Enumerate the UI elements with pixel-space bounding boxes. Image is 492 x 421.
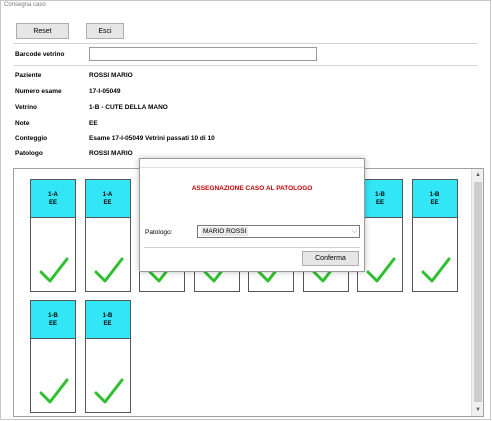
field-value: Esame 17-I-05049 Vetrini passati 10 di 1… [89, 135, 215, 142]
checkmark-icon [366, 257, 396, 283]
vertical-scrollbar[interactable]: ▲ ▼ [471, 169, 483, 416]
chevron-down-icon[interactable]: ⌵ [352, 226, 357, 237]
slide-card[interactable]: 1-B EE [411, 179, 458, 292]
slide-stain: EE [430, 199, 439, 206]
scroll-down-arrow[interactable]: ▼ [474, 405, 482, 415]
dialog-separator [144, 247, 360, 248]
slide-header: 1-A EE [31, 180, 75, 218]
checkmark-icon [94, 257, 124, 283]
slide-header: 1-A EE [85, 180, 130, 218]
slide-header: 1-B EE [31, 301, 75, 339]
scroll-up-arrow[interactable]: ▲ [474, 170, 482, 180]
slide-stain: EE [375, 199, 384, 206]
field-value: ROSSI MARIO [89, 72, 133, 79]
field-label: Vetrino [15, 104, 38, 111]
slide-code: 1-B [102, 312, 113, 319]
assign-pathologist-dialog: ASSEGNAZIONE CASO AL PATOLOGO Patologo: … [139, 158, 365, 272]
window-title: Consegna caso [4, 2, 46, 8]
pathologist-label: Patologo: [145, 229, 173, 236]
slide-header: 1-B EE [412, 180, 457, 218]
slide-code: 1-A [102, 191, 113, 198]
field-value: ROSSI MARIO [89, 150, 133, 157]
field-label: Conteggio [15, 135, 48, 142]
slide-stain: EE [48, 199, 57, 206]
field-label: Note [15, 120, 30, 127]
checkmark-icon [94, 378, 124, 404]
pathologist-select[interactable]: MARIO ROSSI ⌵ [197, 225, 360, 238]
slide-card[interactable]: 1-A EE [84, 179, 131, 292]
slide-stain: EE [48, 320, 57, 327]
checkmark-icon [39, 257, 69, 283]
dialog-titlebar [140, 159, 364, 168]
slide-card[interactable]: 1-A EE [30, 179, 76, 292]
field-label: Patologo [15, 150, 43, 157]
dialog-title: ASSEGNAZIONE CASO AL PATOLOGO [191, 185, 313, 192]
field-label: Paziente [15, 72, 42, 79]
slide-stain: EE [103, 199, 112, 206]
slide-stain: EE [103, 320, 112, 327]
confirm-button[interactable]: Conferma [302, 251, 359, 266]
slide-code: 1-B [48, 312, 58, 319]
slide-code: 1-B [429, 191, 440, 198]
reset-button[interactable]: Reset [16, 23, 69, 39]
barcode-input[interactable] [89, 47, 317, 61]
slide-card[interactable]: 1-B EE [30, 300, 76, 413]
field-value: 17-I-05049 [89, 88, 121, 95]
slide-header: 1-B EE [85, 301, 130, 339]
scroll-thumb[interactable] [474, 182, 482, 402]
checkmark-icon [421, 257, 451, 283]
separator [14, 65, 478, 66]
pathologist-selected-value: MARIO ROSSI [201, 227, 249, 236]
slide-card[interactable]: 1-B EE [84, 300, 131, 413]
field-value: EE [89, 120, 98, 127]
slide-code: 1-B [375, 191, 385, 198]
separator [14, 43, 478, 44]
exit-button[interactable]: Esci [86, 23, 124, 39]
barcode-label: Barcode vetrino [15, 51, 65, 58]
checkmark-icon [39, 378, 69, 404]
field-label: Numero esame [15, 88, 62, 95]
field-value: 1-B - CUTE DELLA MANO [89, 104, 168, 111]
delivery-window: Consegna caso Reset Esci Barcode vetrino… [0, 0, 491, 420]
slide-code: 1-A [48, 191, 58, 198]
